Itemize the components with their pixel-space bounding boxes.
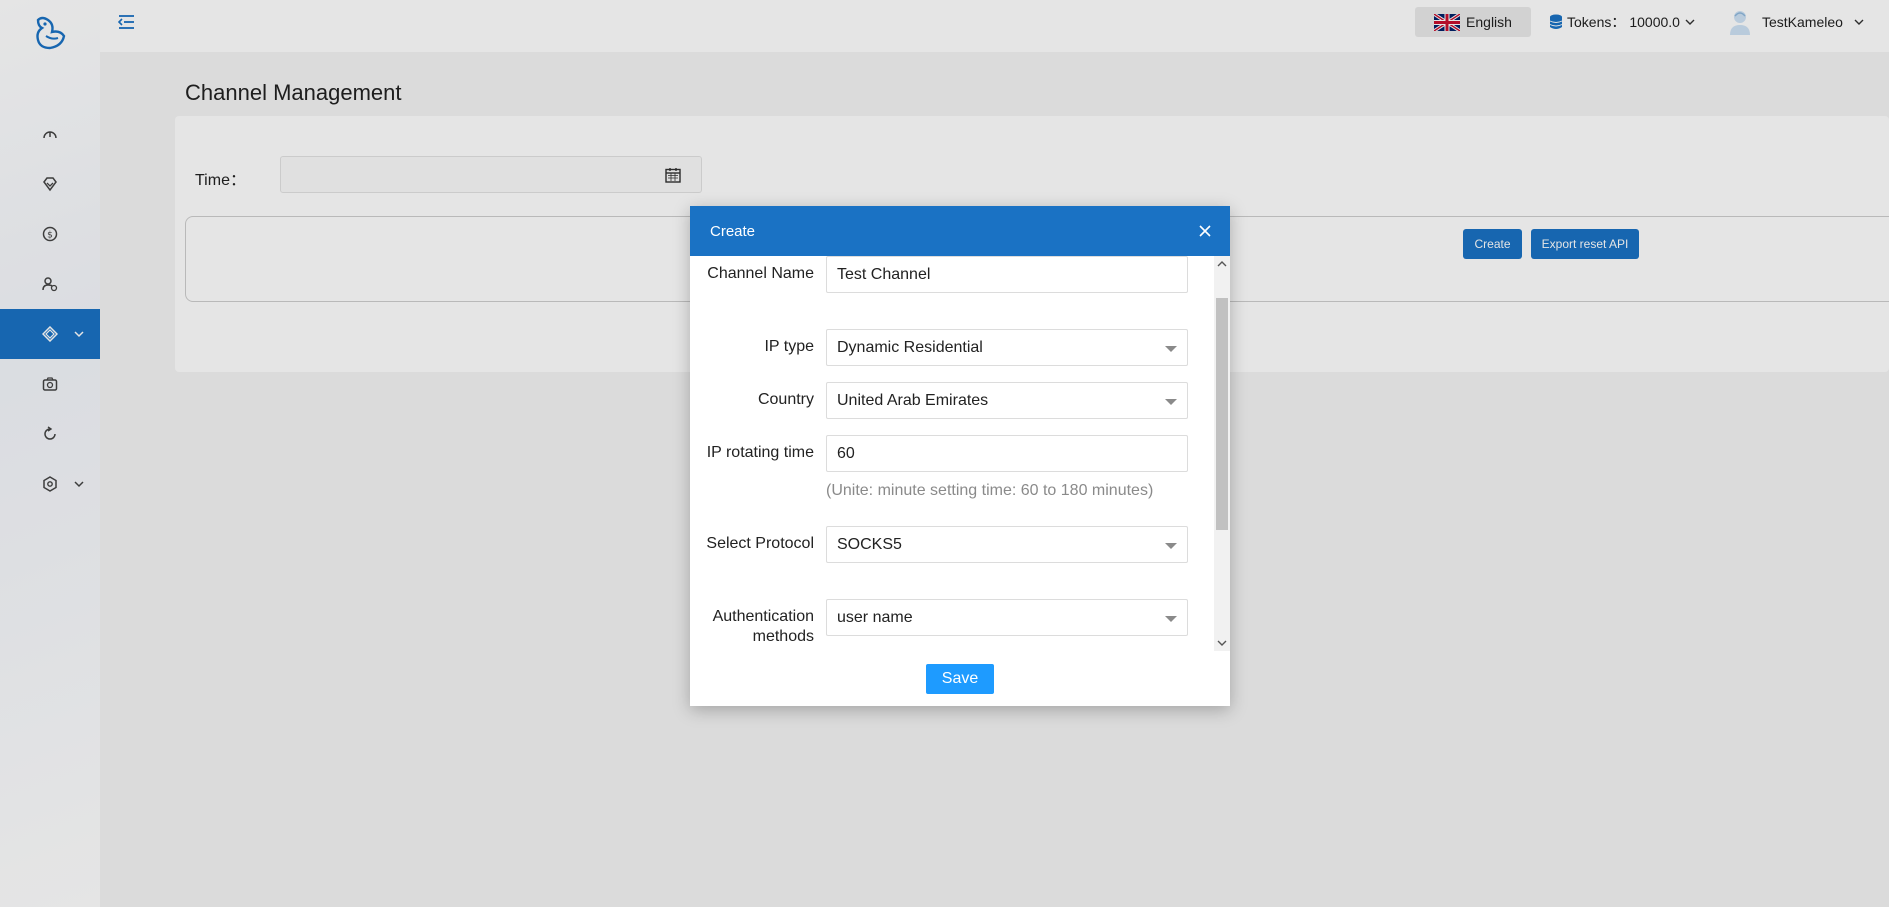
dropdown-arrow-icon — [1165, 616, 1177, 622]
modal-scrollbar[interactable] — [1214, 256, 1230, 651]
scroll-thumb[interactable] — [1216, 298, 1228, 530]
ip-type-select[interactable]: Dynamic Residential — [826, 329, 1188, 366]
protocol-label: Select Protocol — [706, 535, 814, 552]
modal-title: Create — [710, 222, 756, 240]
country-value: United Arab Emirates — [837, 391, 989, 409]
ip-rotating-time-hint: (Unite: minute setting time: 60 to 180 m… — [826, 482, 1154, 499]
modal-form: Channel Name Test Channel IP type Dynami… — [690, 256, 1230, 651]
save-button[interactable]: Save — [926, 664, 994, 694]
ip-rotating-time-label: IP rotating time — [706, 444, 814, 461]
ip-rotating-time-value: 60 — [837, 444, 855, 462]
country-label: Country — [757, 391, 814, 408]
ip-type-value: Dynamic Residential — [837, 338, 983, 356]
ip-rotating-time-input[interactable]: 60 — [826, 435, 1188, 472]
protocol-value: SOCKS5 — [837, 535, 902, 553]
ip-type-label: IP type — [764, 338, 814, 355]
channel-name-input[interactable]: Test Channel — [826, 256, 1188, 293]
close-icon[interactable] — [1198, 224, 1212, 238]
channel-name-label: Channel Name — [707, 265, 814, 282]
modal-header: Create — [690, 206, 1230, 256]
country-select[interactable]: United Arab Emirates — [826, 382, 1188, 419]
scroll-up-icon[interactable] — [1217, 260, 1227, 268]
auth-methods-select[interactable]: user name — [826, 599, 1188, 636]
channel-name-value: Test Channel — [837, 265, 931, 283]
scroll-down-icon[interactable] — [1217, 639, 1227, 647]
auth-methods-label: Authentication methods — [712, 608, 814, 645]
create-channel-modal: Create Channel Name Test Channel IP type… — [690, 206, 1230, 706]
protocol-select[interactable]: SOCKS5 — [826, 526, 1188, 563]
auth-methods-value: user name — [837, 608, 913, 626]
dropdown-arrow-icon — [1165, 543, 1177, 549]
dropdown-arrow-icon — [1165, 399, 1177, 405]
dropdown-arrow-icon — [1165, 346, 1177, 352]
